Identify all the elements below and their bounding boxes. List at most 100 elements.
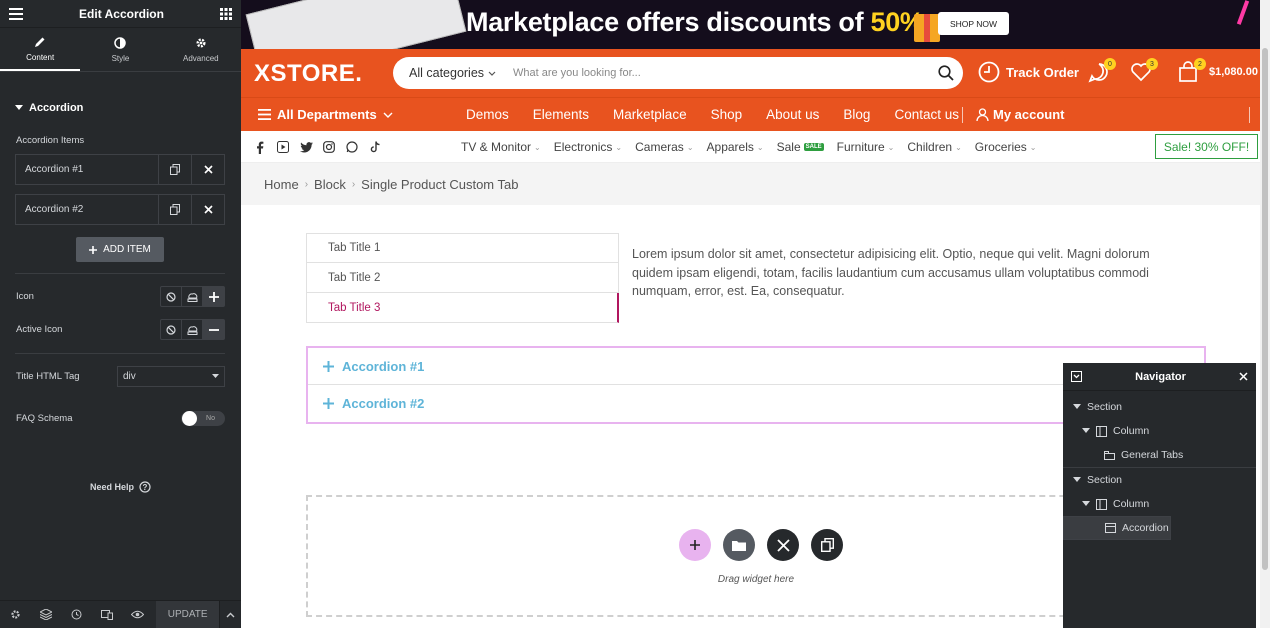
tab-title-3[interactable]: Tab Title 3 — [306, 293, 619, 323]
none-icon[interactable] — [161, 287, 182, 306]
caret-down-icon[interactable] — [1082, 501, 1090, 507]
nav-link-marketplace[interactable]: Marketplace — [613, 107, 687, 122]
cart-bag-icon[interactable]: 2 — [1178, 58, 1206, 85]
navigator-item-label: General Tabs — [1121, 449, 1184, 461]
caret-down-icon[interactable] — [1082, 428, 1090, 434]
x-logo-icon[interactable] — [767, 529, 799, 561]
nav-link-elements[interactable]: Elements — [533, 107, 589, 122]
caret-down-icon[interactable] — [1073, 477, 1081, 483]
sale-off-button[interactable]: Sale! 30% OFF! — [1155, 134, 1258, 159]
site-logo[interactable]: XSTORE. — [254, 60, 362, 88]
nav-link-shop[interactable]: Shop — [711, 107, 743, 122]
breadcrumb-block[interactable]: Block — [314, 177, 346, 192]
drop-zone-actions — [679, 529, 843, 561]
none-icon[interactable] — [161, 320, 182, 339]
site-header: XSTORE. All categories What are you look… — [241, 49, 1270, 97]
repeater-item[interactable]: Accordion #2 — [15, 194, 225, 225]
layers-icon[interactable] — [31, 601, 62, 628]
accordion-title: Accordion #1 — [342, 358, 425, 374]
navigator-panel: Navigator Section Column General Tabs Se… — [1063, 363, 1256, 628]
duplicate-icon[interactable] — [158, 155, 191, 184]
collapse-all-icon[interactable] — [1071, 371, 1082, 382]
tab-content-text: Lorem ipsum dolor sit amet, consectetur … — [632, 247, 1150, 298]
nav-link-about[interactable]: About us — [766, 107, 819, 122]
faq-toggle[interactable]: No — [181, 411, 225, 426]
category-children[interactable]: Children ⌄ — [907, 140, 961, 154]
promo-text: Marketplace offers discounts of 50% — [466, 7, 924, 38]
close-icon[interactable] — [1239, 372, 1248, 381]
all-departments-menu[interactable]: All Departments — [258, 107, 393, 122]
tab-title-2[interactable]: Tab Title 2 — [306, 263, 619, 293]
template-folder-icon[interactable] — [723, 529, 755, 561]
caret-down-icon[interactable] — [1073, 404, 1081, 410]
upload-icon[interactable] — [182, 287, 203, 306]
minus-icon[interactable] — [203, 320, 224, 339]
update-button[interactable]: UPDATE — [156, 601, 220, 628]
remove-icon[interactable] — [191, 155, 224, 184]
category-groceries[interactable]: Groceries ⌄ — [975, 140, 1037, 154]
category-cameras[interactable]: Cameras ⌄ — [635, 140, 693, 154]
navigator-item-column[interactable]: Column — [1063, 492, 1256, 516]
scrollbar-thumb[interactable] — [1262, 48, 1268, 570]
my-account-link[interactable]: My account — [976, 107, 1065, 122]
navigator-item-section[interactable]: Section — [1063, 468, 1256, 492]
repeater-item[interactable]: Accordion #1 — [15, 154, 225, 185]
add-section-plus-icon[interactable] — [679, 529, 711, 561]
upload-icon[interactable] — [182, 320, 203, 339]
tab-advanced[interactable]: Advanced — [161, 28, 241, 71]
navigator-item-label: Accordion — [1122, 522, 1169, 534]
breadcrumb-home[interactable]: Home — [264, 177, 299, 192]
preview-eye-icon[interactable] — [122, 601, 153, 628]
widgets-grid-icon[interactable] — [219, 7, 232, 20]
wishlist-heart-icon[interactable]: 3 — [1130, 58, 1158, 85]
category-apparels[interactable]: Apparels ⌄ — [707, 140, 764, 154]
category-furniture[interactable]: Furniture ⌄ — [837, 140, 895, 154]
general-tabs: Tab Title 1 Tab Title 2 Tab Title 3 — [306, 233, 619, 323]
icon-chooser[interactable] — [160, 286, 225, 307]
hamburger-menu-icon[interactable] — [9, 7, 23, 20]
shop-now-button[interactable]: SHOP NOW — [938, 12, 1009, 35]
track-order-link[interactable]: Track Order — [978, 61, 1079, 83]
category-sale[interactable]: Sale SALE — [777, 140, 824, 154]
search-icon[interactable] — [929, 65, 963, 81]
youtube-icon[interactable] — [276, 140, 290, 154]
cart-total[interactable]: $1,080.00 — [1209, 66, 1258, 78]
category-electronics[interactable]: Electronics ⌄ — [554, 140, 622, 154]
instagram-icon[interactable] — [322, 140, 336, 154]
twitter-icon[interactable] — [299, 140, 313, 154]
duplicate-icon[interactable] — [158, 195, 191, 224]
tab-title-1[interactable]: Tab Title 1 — [306, 233, 619, 263]
category-select[interactable]: All categories — [393, 66, 503, 80]
remove-icon[interactable] — [191, 195, 224, 224]
page-scrollbar[interactable] — [1260, 0, 1270, 628]
nav-link-blog[interactable]: Blog — [843, 107, 870, 122]
plus-icon[interactable] — [203, 287, 224, 306]
title-tag-select[interactable]: div — [117, 366, 225, 387]
navigator-item-column[interactable]: Column — [1063, 419, 1256, 443]
category-value: All categories — [409, 66, 485, 80]
copy-icon[interactable] — [811, 529, 843, 561]
compare-icon[interactable]: 0 — [1088, 58, 1116, 85]
navigator-item-accordion[interactable]: Accordion — [1063, 516, 1171, 540]
facebook-icon[interactable] — [253, 140, 267, 154]
active-icon-chooser[interactable] — [160, 319, 225, 340]
category-tv-monitor[interactable]: TV & Monitor ⌄ — [461, 140, 541, 154]
navigator-item-general-tabs[interactable]: General Tabs — [1063, 443, 1256, 467]
editor-panel: Edit Accordion Content Style Advanced Ac… — [0, 0, 241, 628]
tab-content[interactable]: Content — [0, 28, 81, 71]
tab-style[interactable]: Style — [80, 28, 160, 71]
navigator-item-section[interactable]: Section — [1063, 395, 1256, 419]
search-input[interactable]: What are you looking for... — [503, 67, 929, 79]
responsive-icon[interactable] — [92, 601, 123, 628]
section-accordion-toggle[interactable]: Accordion — [0, 96, 241, 120]
history-icon[interactable] — [61, 601, 92, 628]
settings-icon[interactable] — [0, 601, 31, 628]
chevron-up-icon[interactable] — [219, 601, 241, 628]
whatsapp-icon[interactable] — [345, 140, 359, 154]
nav-link-demos[interactable]: Demos — [466, 107, 509, 122]
nav-link-contact[interactable]: Contact us — [894, 107, 959, 122]
editor-tabs: Content Style Advanced — [0, 28, 241, 72]
add-item-button[interactable]: ADD ITEM — [76, 237, 164, 262]
need-help-link[interactable]: Need Help ? — [0, 481, 241, 493]
tiktok-icon[interactable] — [368, 140, 382, 154]
